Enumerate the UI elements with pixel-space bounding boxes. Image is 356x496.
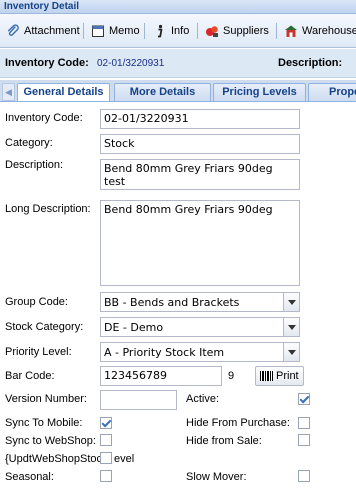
seasonal-checkbox[interactable]: [100, 470, 112, 482]
version-number-input[interactable]: [100, 390, 177, 410]
general-details-form: Inventory Code: 02-01/3220931 Category: …: [0, 103, 356, 496]
seasonal-label: Seasonal:: [5, 471, 54, 483]
toolbar-separator: [276, 23, 277, 39]
long-description-textarea[interactable]: Bend 80mm Grey Friars 90deg: [100, 200, 300, 286]
hide-from-sale-label: Hide from Sale:: [186, 435, 262, 447]
priority-level-select[interactable]: A - Priority Stock Item: [100, 342, 300, 362]
toolbar: Attachment Memo Info Suppliers Warehouse…: [0, 14, 356, 48]
description-label: Description:: [5, 159, 64, 171]
hide-from-sale-checkbox[interactable]: [298, 434, 310, 446]
update-webshop-stock-level-checkbox[interactable]: [100, 452, 112, 464]
toolbar-separator: [83, 23, 84, 39]
sync-to-webshop-checkbox[interactable]: [100, 434, 112, 446]
paperclip-icon: [6, 24, 20, 38]
inventory-code-input[interactable]: 02-01/3220931: [100, 109, 300, 129]
chevron-down-icon[interactable]: [283, 318, 299, 336]
memo-button[interactable]: Memo: [91, 22, 140, 40]
bar-code-input[interactable]: 123456789: [100, 366, 222, 386]
chevron-down-icon[interactable]: [283, 293, 299, 311]
warehouses-button[interactable]: Warehouses: [284, 22, 356, 40]
description-textarea[interactable]: Bend 80mm Grey Friars 90deg test: [100, 159, 300, 190]
calendar-icon: [91, 24, 105, 38]
group-code-label: Group Code:: [5, 296, 68, 308]
attachment-label: Attachment: [24, 25, 80, 37]
stock-category-select[interactable]: DE - Demo: [100, 317, 300, 337]
chevron-down-icon[interactable]: [283, 343, 299, 361]
sync-to-mobile-label: Sync To Mobile:: [5, 417, 83, 429]
sync-to-webshop-label: Sync to WebShop:: [5, 435, 96, 447]
slow-mover-checkbox[interactable]: [298, 470, 310, 482]
tab-pricing-levels[interactable]: Pricing Levels: [213, 83, 306, 101]
category-label: Category:: [5, 137, 53, 149]
header-code-label: Inventory Code:: [5, 57, 89, 69]
version-number-label: Version Number:: [5, 393, 87, 405]
group-code-value: BB - Bends and Brackets: [104, 296, 240, 309]
hide-from-purchase-label: Hide From Purchase:: [186, 417, 290, 429]
memo-label: Memo: [109, 25, 140, 37]
tab-more-details[interactable]: More Details: [114, 83, 211, 101]
suppliers-icon: [205, 24, 219, 38]
arrow-left-icon: ◀: [5, 87, 12, 97]
long-description-label: Long Description:: [5, 203, 91, 215]
bar-code-digit: 9: [228, 370, 235, 382]
inventory-code-label: Inventory Code:: [5, 112, 83, 124]
toolbar-separator: [197, 23, 198, 39]
warehouses-label: Warehouses: [302, 25, 356, 37]
info-button[interactable]: Info: [153, 22, 189, 40]
suppliers-button[interactable]: Suppliers: [205, 22, 269, 40]
header-description-label: Description:: [278, 57, 343, 69]
group-code-select[interactable]: BB - Bends and Brackets: [100, 292, 300, 312]
tab-properties[interactable]: Prope: [308, 83, 356, 101]
window-title: Inventory Detail: [0, 0, 356, 14]
category-input[interactable]: Stock: [100, 134, 300, 154]
toolbar-separator: [144, 23, 145, 39]
suppliers-label: Suppliers: [223, 25, 269, 37]
print-label: Print: [276, 370, 299, 382]
print-barcode-button[interactable]: Print: [255, 366, 304, 386]
hide-from-purchase-checkbox[interactable]: [298, 417, 310, 429]
update-webshop-stock-level-label-tail: evel: [114, 453, 135, 465]
active-checkbox[interactable]: [298, 393, 310, 405]
info-icon: [153, 24, 167, 38]
stock-category-label: Stock Category:: [5, 321, 84, 333]
warehouse-icon: [284, 24, 298, 38]
slow-mover-label: Slow Mover:: [186, 471, 247, 483]
header-code-value: 02-01/3220931: [97, 58, 165, 69]
active-label: Active:: [186, 393, 220, 405]
attachment-button[interactable]: Attachment: [6, 22, 80, 40]
info-label: Info: [171, 25, 190, 37]
barcode-icon: [260, 371, 273, 381]
bar-code-label: Bar Code:: [5, 370, 55, 382]
update-webshop-stock-level-label: {UpdtWebShopStoc: [5, 453, 103, 465]
stock-category-value: DE - Demo: [104, 321, 164, 334]
sync-to-mobile-checkbox[interactable]: [100, 417, 112, 429]
tab-strip: ◀ General Details More Details Pricing L…: [0, 80, 356, 102]
priority-level-value: A - Priority Stock Item: [104, 346, 225, 359]
tab-general-details[interactable]: General Details: [17, 83, 110, 101]
priority-level-label: Priority Level:: [5, 346, 72, 358]
header-row: Inventory Code: 02-01/3220931 Descriptio…: [0, 49, 356, 78]
tab-scroll-left-button[interactable]: ◀: [2, 83, 15, 101]
